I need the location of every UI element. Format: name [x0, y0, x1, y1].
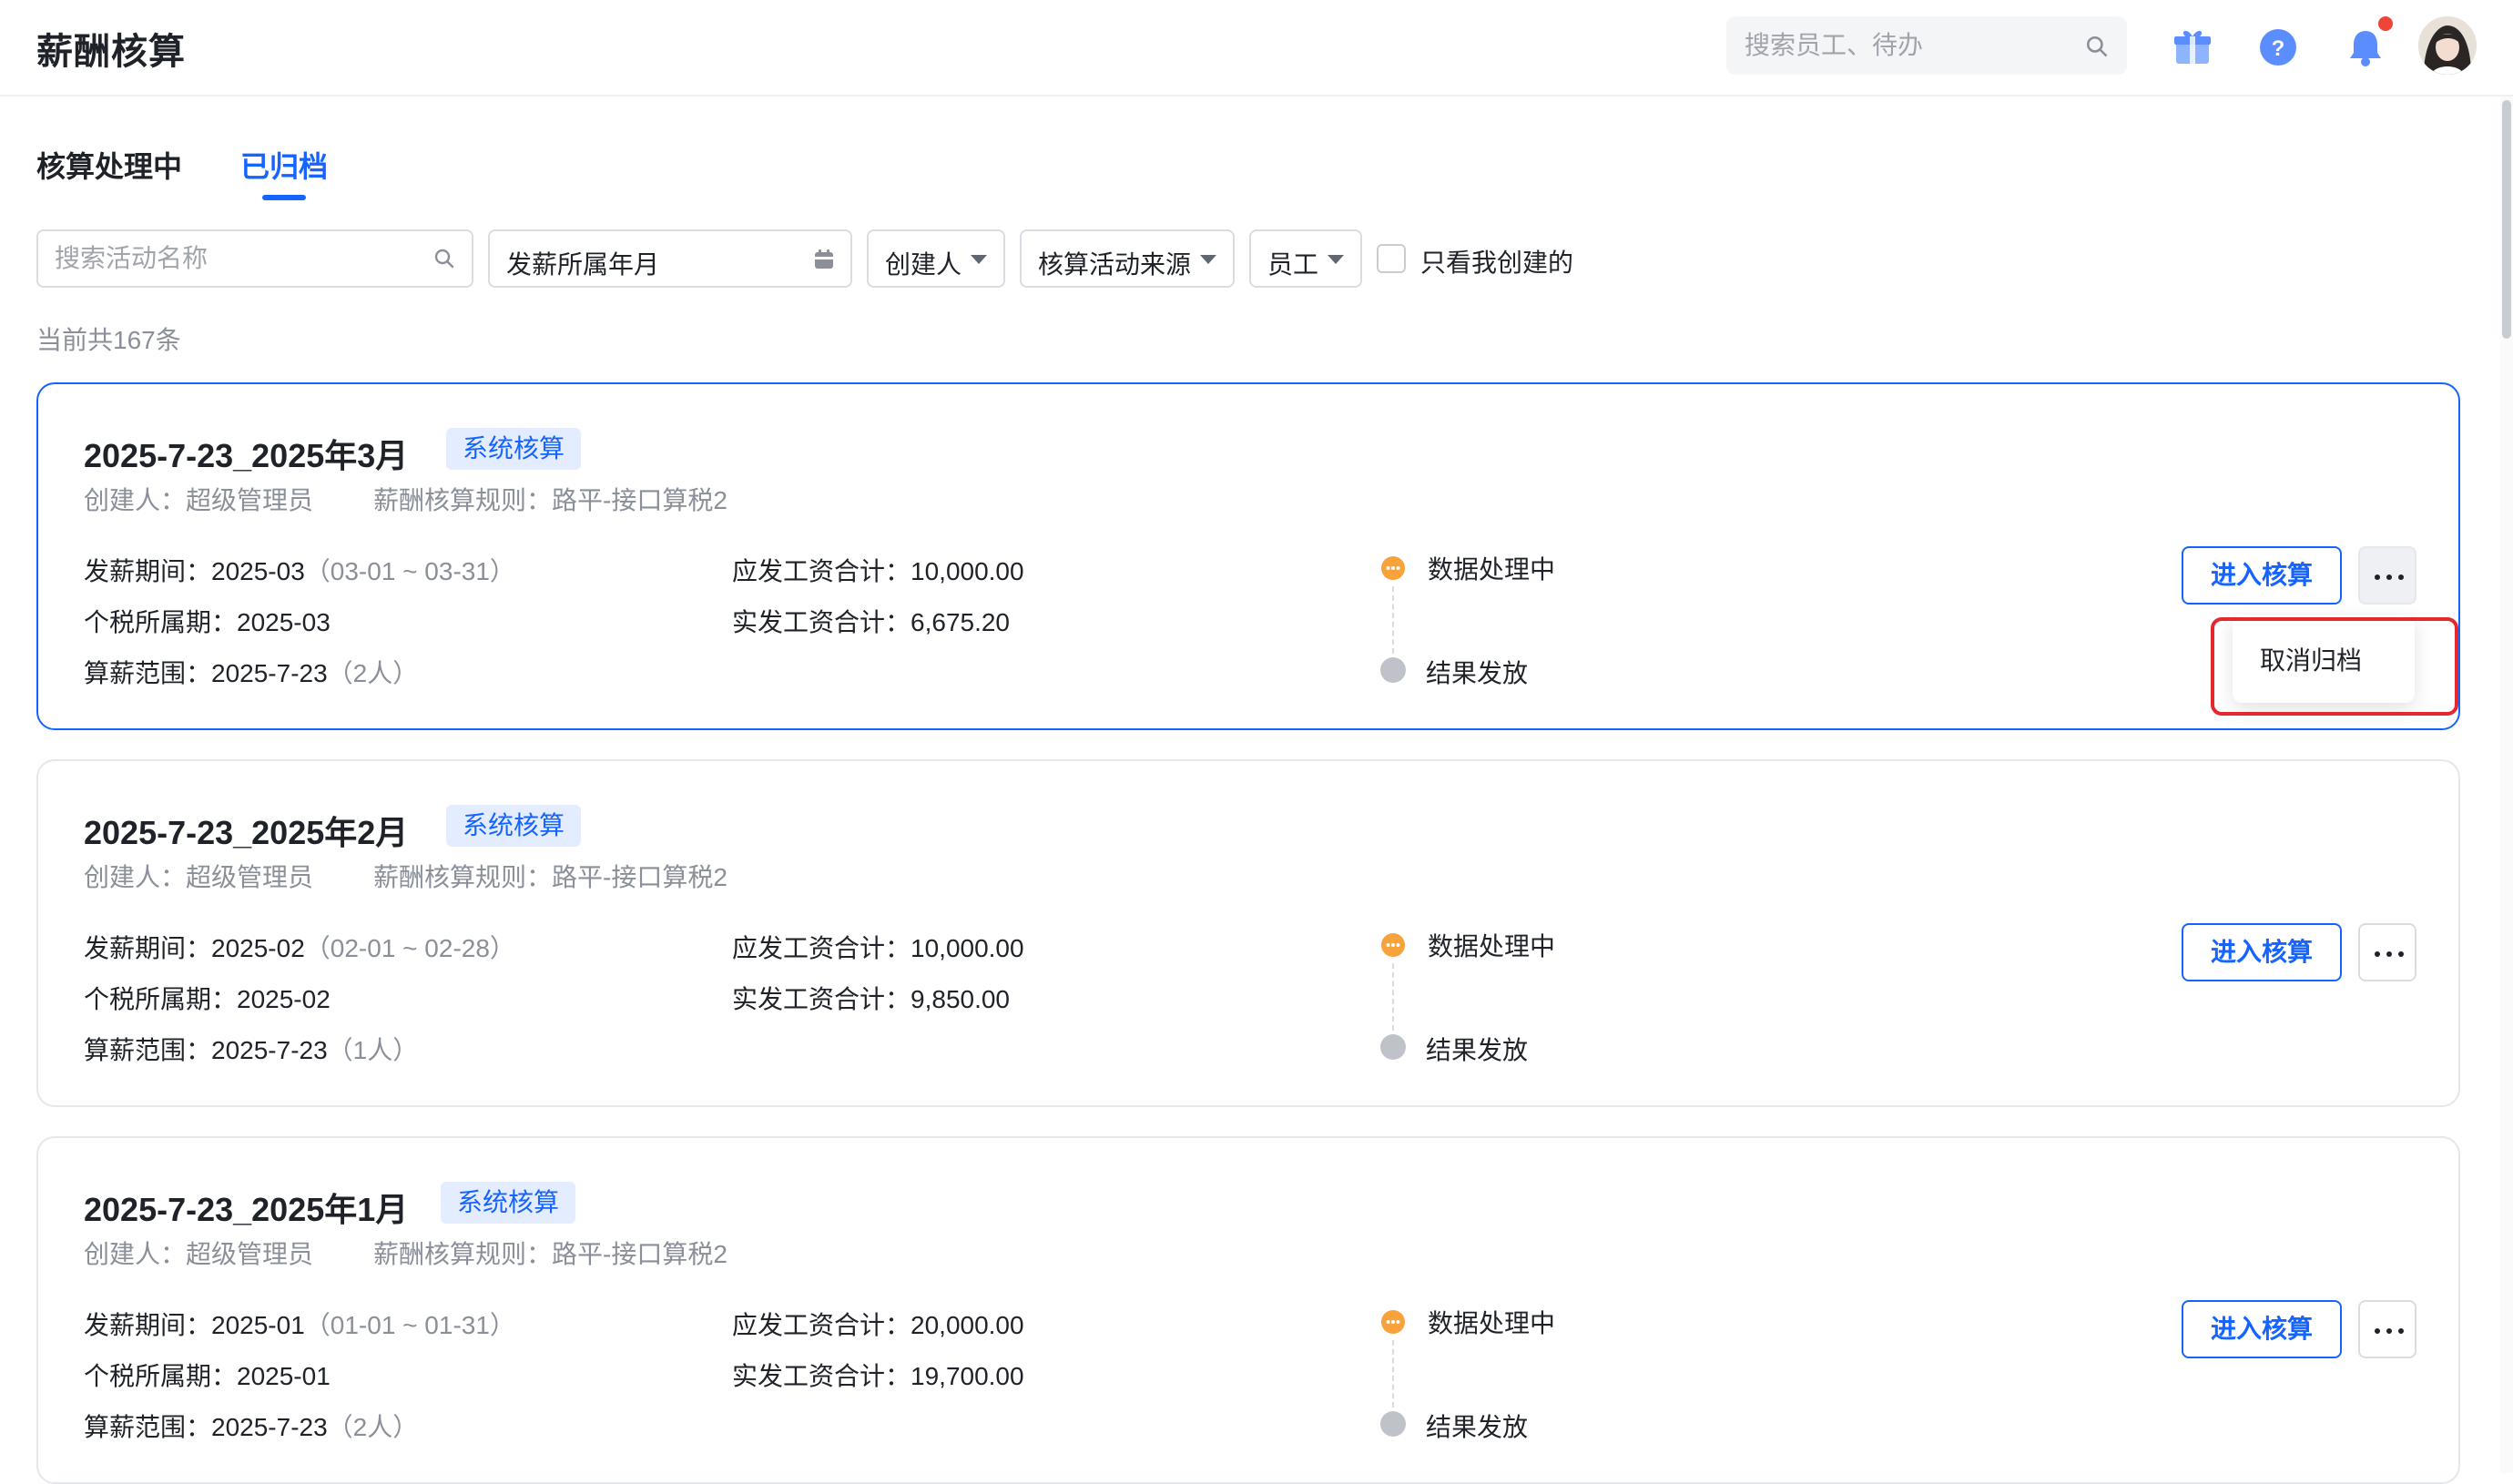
- card-meta: 创建人：超级管理员 薪酬核算规则：路平-接口算税2: [84, 858, 727, 894]
- type-badge: 系统核算: [446, 428, 582, 470]
- status-current: 数据处理中: [1428, 932, 1556, 961]
- employee-dropdown-label: 员工: [1267, 250, 1319, 279]
- processing-status-icon: [1381, 556, 1405, 580]
- top-header: 薪酬核算 ?: [0, 0, 2513, 97]
- enter-accounting-button[interactable]: 进入核算: [2182, 923, 2342, 981]
- creator-text: 创建人：超级管理员: [84, 863, 314, 891]
- status-next: 结果发放: [1426, 659, 1529, 687]
- global-search[interactable]: [1726, 16, 2127, 75]
- pending-status-icon: [1380, 1411, 1406, 1437]
- tax-period: 个税所属期：2025-01: [84, 1362, 331, 1390]
- source-dropdown[interactable]: 核算活动来源: [1020, 229, 1235, 288]
- processing-status-icon: [1381, 1310, 1405, 1334]
- activity-search-input[interactable]: [38, 231, 472, 286]
- source-dropdown-label: 核算活动来源: [1038, 250, 1192, 279]
- avatar[interactable]: [2418, 16, 2477, 75]
- card-title: 2025-7-23_2025年1月: [84, 1191, 409, 1228]
- card-meta: 创建人：超级管理员 薪酬核算规则：路平-接口算税2: [84, 1235, 727, 1271]
- global-search-input[interactable]: [1726, 16, 2072, 75]
- creator-text: 创建人：超级管理员: [84, 1240, 314, 1268]
- status-connector: [1392, 586, 1394, 654]
- gross-total: 应发工资合计：20,000.00: [732, 1311, 1024, 1339]
- gross-total: 应发工资合计：10,000.00: [732, 557, 1024, 585]
- app-title: 薪酬核算: [36, 32, 186, 72]
- gift-icon[interactable]: [2167, 22, 2218, 73]
- type-badge: 系统核算: [441, 1182, 576, 1224]
- card-title: 2025-7-23_2025年3月: [84, 437, 409, 474]
- rule-text: 薪酬核算规则：路平-接口算税2: [373, 1240, 727, 1268]
- highlight-box: [2211, 617, 2458, 716]
- only-mine-checkbox[interactable]: [1377, 244, 1406, 273]
- employee-dropdown[interactable]: 员工: [1249, 229, 1362, 288]
- enter-accounting-button[interactable]: 进入核算: [2182, 546, 2342, 605]
- accounting-card[interactable]: 2025-7-23_2025年2月 系统核算 创建人：超级管理员 薪酬核算规则：路…: [36, 759, 2460, 1107]
- search-icon[interactable]: [2085, 35, 2109, 58]
- pay-month-label: 发薪所属年月: [506, 250, 660, 279]
- more-button[interactable]: [2358, 923, 2416, 981]
- pay-month-picker[interactable]: 发薪所属年月: [488, 229, 852, 288]
- status-next: 结果发放: [1426, 1413, 1529, 1441]
- pending-status-icon: [1380, 1034, 1406, 1060]
- more-button[interactable]: [2358, 546, 2416, 605]
- net-total: 实发工资合计：6,675.20: [732, 608, 1011, 636]
- creator-dropdown-label: 创建人: [885, 250, 962, 279]
- scrollbar-thumb[interactable]: [2502, 100, 2511, 339]
- rule-text: 薪酬核算规则：路平-接口算税2: [373, 863, 727, 891]
- pay-period: 发薪期间：2025-03（03-01 ~ 03-31）: [84, 557, 515, 585]
- tax-period: 个税所属期：2025-03: [84, 608, 331, 636]
- type-badge: 系统核算: [446, 805, 582, 847]
- processing-status-icon: [1381, 933, 1405, 957]
- result-count: 当前共167条: [36, 326, 181, 354]
- pay-scope: 算薪范围：2025-7-23（1人）: [84, 1036, 419, 1064]
- status-next: 结果发放: [1426, 1036, 1529, 1064]
- rule-text: 薪酬核算规则：路平-接口算税2: [373, 486, 727, 514]
- net-total: 实发工资合计：19,700.00: [732, 1362, 1024, 1390]
- more-icon: [2375, 1328, 2380, 1334]
- activity-search[interactable]: [36, 229, 473, 288]
- gross-total: 应发工资合计：10,000.00: [732, 934, 1024, 962]
- more-icon: [2375, 574, 2380, 580]
- status-connector: [1392, 963, 1394, 1031]
- creator-text: 创建人：超级管理员: [84, 486, 314, 514]
- chevron-down-icon: [1200, 255, 1216, 264]
- card-title: 2025-7-23_2025年2月: [84, 814, 409, 851]
- pay-scope: 算薪范围：2025-7-23（2人）: [84, 659, 419, 687]
- notification-dot: [2378, 16, 2393, 31]
- pay-period: 发薪期间：2025-01（01-01 ~ 01-31）: [84, 1311, 515, 1339]
- status-current: 数据处理中: [1428, 555, 1556, 584]
- svg-text:?: ?: [2272, 36, 2285, 61]
- calendar-icon: [815, 249, 833, 269]
- tab-processing[interactable]: 核算处理中: [36, 144, 182, 186]
- net-total: 实发工资合计：9,850.00: [732, 985, 1011, 1013]
- pay-scope: 算薪范围：2025-7-23（2人）: [84, 1413, 419, 1441]
- tab-archived[interactable]: 已归档: [240, 144, 328, 186]
- enter-accounting-button[interactable]: 进入核算: [2182, 1300, 2342, 1358]
- more-icon: [2375, 951, 2380, 957]
- avatar-image: [2418, 16, 2477, 75]
- tax-period: 个税所属期：2025-02: [84, 985, 331, 1013]
- status-current: 数据处理中: [1428, 1309, 1556, 1337]
- pending-status-icon: [1380, 657, 1406, 683]
- status-connector: [1392, 1340, 1394, 1408]
- only-mine-label[interactable]: 只看我创建的: [1420, 243, 1573, 280]
- more-button[interactable]: [2358, 1300, 2416, 1358]
- accounting-card[interactable]: 2025-7-23_2025年3月 系统核算 创建人：超级管理员 薪酬核算规则：路…: [36, 382, 2460, 730]
- search-icon[interactable]: [433, 248, 455, 269]
- chevron-down-icon: [1328, 255, 1344, 264]
- help-icon[interactable]: ?: [2253, 22, 2304, 73]
- pay-period: 发薪期间：2025-02（02-01 ~ 02-28）: [84, 934, 515, 962]
- chevron-down-icon: [971, 255, 987, 264]
- accounting-card[interactable]: 2025-7-23_2025年1月 系统核算 创建人：超级管理员 薪酬核算规则：路…: [36, 1136, 2460, 1484]
- creator-dropdown[interactable]: 创建人: [867, 229, 1005, 288]
- active-tab-indicator: [262, 195, 306, 200]
- card-meta: 创建人：超级管理员 薪酬核算规则：路平-接口算税2: [84, 481, 727, 517]
